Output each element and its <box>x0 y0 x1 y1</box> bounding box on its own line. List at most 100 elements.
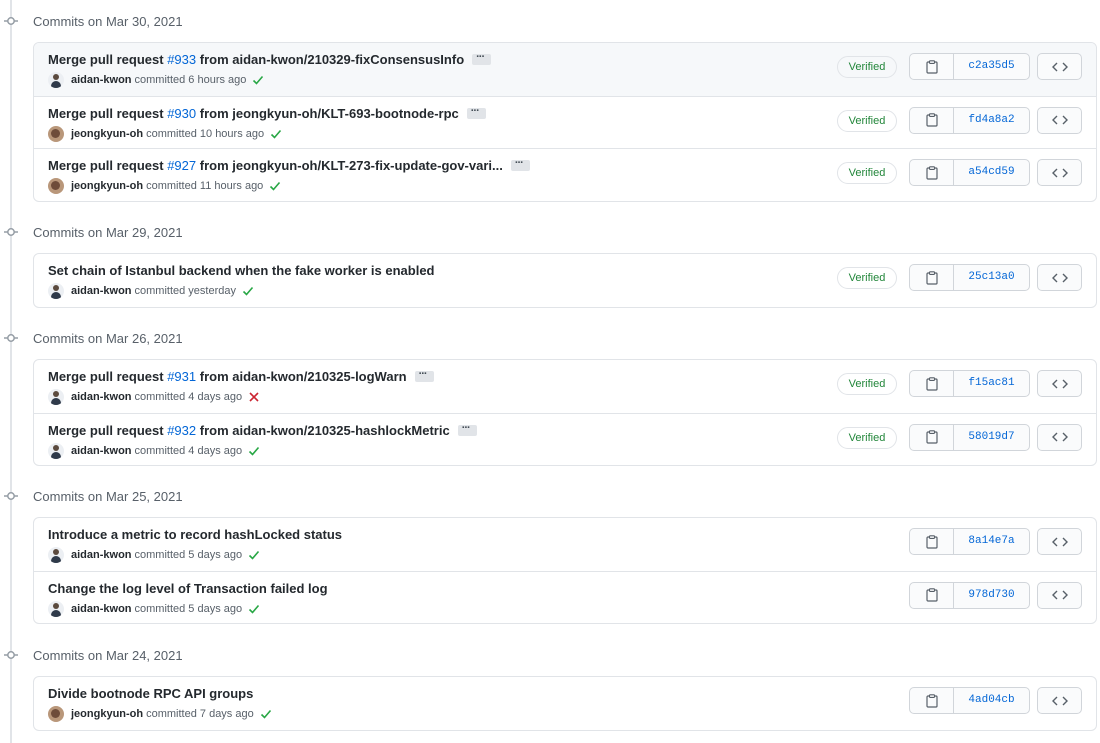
commit-sha-link[interactable]: 58019d7 <box>954 425 1029 450</box>
code-icon[interactable] <box>1037 423 1082 451</box>
clipboard-icon[interactable] <box>910 582 954 608</box>
check-icon[interactable] <box>252 74 264 86</box>
commit-message[interactable]: Merge pull request #933 from aidan-kwon/… <box>48 49 492 68</box>
commit-message[interactable]: Merge pull request #930 from jeongkyun-o… <box>48 103 486 122</box>
commit-author[interactable]: jeongkyun-oh <box>71 127 143 141</box>
code-icon[interactable] <box>1037 370 1082 397</box>
pull-request-link[interactable]: #930 <box>167 106 196 121</box>
avatar[interactable] <box>48 442 64 459</box>
commit-message[interactable]: Merge pull request #931 from aidan-kwon/… <box>48 366 434 385</box>
commit-author[interactable]: aidan-kwon <box>71 444 132 458</box>
commit-sha-link[interactable]: 25c13a0 <box>954 265 1029 290</box>
clipboard-icon[interactable] <box>910 160 954 186</box>
pull-request-link[interactable]: #927 <box>167 158 196 173</box>
commit-author[interactable]: jeongkyun-oh <box>71 179 143 193</box>
check-icon[interactable] <box>248 549 260 561</box>
verified-badge[interactable]: Verified <box>837 267 897 289</box>
commit-sha-link[interactable]: c2a35d5 <box>954 54 1029 79</box>
verified-badge[interactable]: Verified <box>837 162 897 185</box>
code-icon[interactable] <box>1037 264 1082 291</box>
expand-message-button[interactable] <box>472 49 492 66</box>
commit-sha-link[interactable]: f15ac81 <box>954 371 1029 396</box>
code-icon[interactable] <box>1037 581 1082 609</box>
commit-message-text[interactable]: Merge pull request <box>48 106 167 121</box>
expand-message-button[interactable] <box>510 155 530 172</box>
clipboard-icon[interactable] <box>910 529 954 554</box>
check-icon[interactable] <box>270 128 282 140</box>
clipboard-icon[interactable] <box>910 688 954 713</box>
commit-author[interactable]: aidan-kwon <box>71 548 132 562</box>
commit-sha-group: 978d730 <box>909 581 1030 609</box>
expand-message-button[interactable] <box>466 103 486 120</box>
avatar[interactable] <box>48 600 64 617</box>
commit-message[interactable]: Merge pull request #932 from aidan-kwon/… <box>48 420 477 439</box>
commit-sha-link[interactable]: 8a14e7a <box>954 529 1029 554</box>
commit-message-text[interactable]: Change the log level of Transaction fail… <box>48 581 328 596</box>
verified-badge[interactable]: Verified <box>837 426 897 449</box>
avatar[interactable] <box>48 178 64 195</box>
clipboard-icon[interactable] <box>910 371 954 396</box>
x-icon[interactable] <box>248 391 260 403</box>
commit-message-text[interactable]: Merge pull request <box>48 52 167 67</box>
code-icon[interactable] <box>1037 159 1082 187</box>
commit-meta: jeongkyun-oh committed 10 hours ago <box>48 125 282 142</box>
commit-author[interactable]: jeongkyun-oh <box>71 707 143 721</box>
commit-author[interactable]: aidan-kwon <box>71 73 132 87</box>
code-icon[interactable] <box>1037 53 1082 80</box>
commit-group-box: Divide bootnode RPC API groups jeongkyun-… <box>33 676 1097 731</box>
clipboard-icon[interactable] <box>910 424 954 450</box>
clipboard-icon[interactable] <box>910 265 954 290</box>
git-commit-icon <box>4 648 18 662</box>
commit-message[interactable]: Introduce a metric to record hashLocked … <box>48 526 342 543</box>
check-icon[interactable] <box>260 708 272 720</box>
avatar[interactable] <box>48 72 64 88</box>
avatar[interactable] <box>48 125 64 142</box>
code-icon[interactable] <box>1037 106 1082 134</box>
commit-message-text[interactable]: Introduce a metric to record hashLocked … <box>48 527 342 542</box>
clipboard-icon[interactable] <box>910 54 954 79</box>
pull-request-link[interactable]: #933 <box>167 52 196 67</box>
commit-message-text[interactable]: Merge pull request <box>48 158 167 173</box>
commit-sha-link[interactable]: 4ad04cb <box>954 688 1029 713</box>
commit-message-text[interactable]: Set chain of Istanbul backend when the f… <box>48 263 435 278</box>
verified-badge[interactable]: Verified <box>837 109 897 132</box>
commit-message[interactable]: Divide bootnode RPC API groups <box>48 685 253 702</box>
commit-message-text[interactable]: Merge pull request <box>48 423 167 438</box>
verified-badge[interactable]: Verified <box>837 56 897 78</box>
commit-message[interactable]: Change the log level of Transaction fail… <box>48 580 328 597</box>
pull-request-link[interactable]: #932 <box>167 423 196 438</box>
commit-message-text[interactable]: Divide bootnode RPC API groups <box>48 686 253 701</box>
code-icon[interactable] <box>1037 528 1082 555</box>
clipboard-icon[interactable] <box>910 107 954 133</box>
commit-message-branch[interactable]: from jeongkyun-oh/KLT-693-bootnode-rpc <box>196 106 459 121</box>
code-icon[interactable] <box>1037 687 1082 714</box>
commit-sha-group: c2a35d5 <box>909 53 1030 80</box>
commit-sha-link[interactable]: a54cd59 <box>954 160 1029 185</box>
commit-sha-link[interactable]: 978d730 <box>954 583 1029 608</box>
avatar[interactable] <box>48 283 64 299</box>
commit-message-text[interactable]: Merge pull request <box>48 369 167 384</box>
expand-message-button[interactable] <box>414 366 434 383</box>
check-icon[interactable] <box>269 180 281 192</box>
commit-message-branch[interactable]: from aidan-kwon/210329-fixConsensusInfo <box>196 52 464 67</box>
commit-author[interactable]: aidan-kwon <box>71 602 132 616</box>
commit-message[interactable]: Set chain of Istanbul backend when the f… <box>48 262 435 279</box>
check-icon[interactable] <box>248 445 260 457</box>
commit-message-branch[interactable]: from aidan-kwon/210325-hashlockMetric <box>196 423 450 438</box>
avatar[interactable] <box>48 706 64 722</box>
avatar[interactable] <box>48 389 64 405</box>
commit-sha-link[interactable]: fd4a8a2 <box>954 108 1029 133</box>
pull-request-link[interactable]: #931 <box>167 369 196 384</box>
commit-message-branch[interactable]: from aidan-kwon/210325-logWarn <box>196 369 407 384</box>
commit-sha-group: fd4a8a2 <box>909 106 1030 134</box>
commit-message[interactable]: Merge pull request #927 from jeongkyun-o… <box>48 155 530 174</box>
commit-author[interactable]: aidan-kwon <box>71 390 132 404</box>
verified-badge[interactable]: Verified <box>837 373 897 395</box>
check-icon[interactable] <box>248 603 260 615</box>
commit-message-branch[interactable]: from jeongkyun-oh/KLT-273-fix-update-gov… <box>196 158 503 173</box>
commit-author[interactable]: aidan-kwon <box>71 284 132 298</box>
check-icon[interactable] <box>242 285 254 297</box>
avatar[interactable] <box>48 547 64 563</box>
expand-message-button[interactable] <box>457 420 477 437</box>
commit-group-box: Merge pull request #933 from aidan-kwon/… <box>33 42 1097 202</box>
